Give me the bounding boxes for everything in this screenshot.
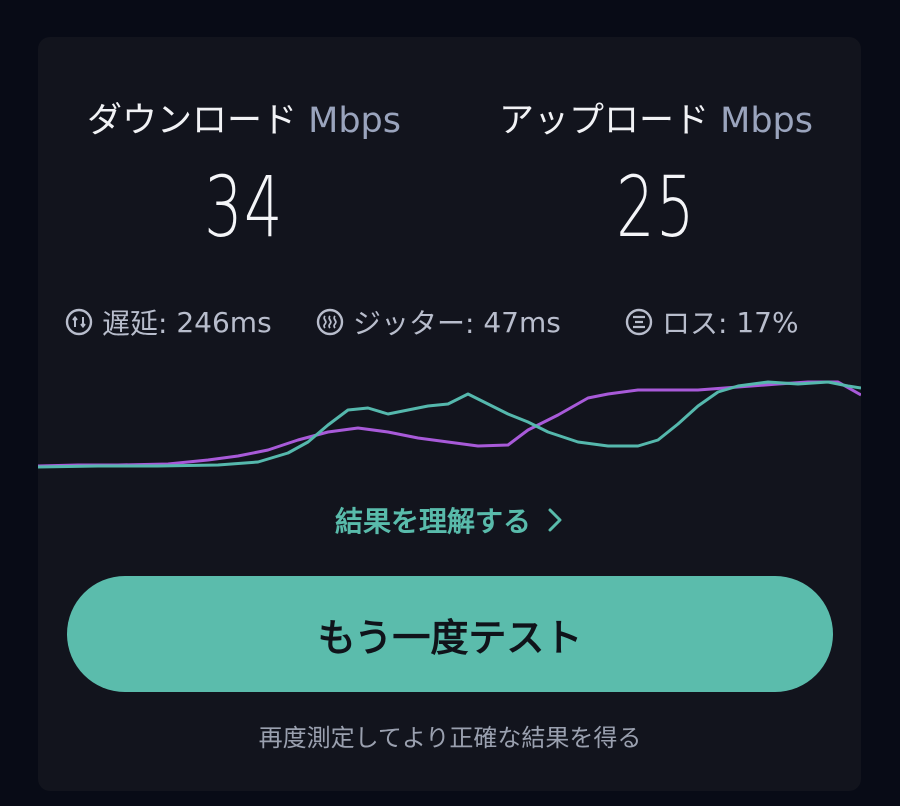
understand-results-link[interactable]: 結果を理解する bbox=[335, 500, 565, 540]
jitter-value: 47ms bbox=[483, 305, 561, 339]
chevron-right-icon bbox=[548, 508, 562, 532]
download-label-text: ダウンロード bbox=[86, 101, 297, 141]
hint-text: 再度測定してより正確な結果を得る bbox=[258, 724, 642, 752]
upload-unit: Mbps bbox=[720, 101, 814, 141]
latency-stat: 遅延: 246ms bbox=[64, 302, 272, 342]
latency-icon bbox=[65, 308, 93, 336]
speed-graph bbox=[38, 380, 861, 469]
upload-value: 25 bbox=[616, 158, 696, 256]
loss-value: 17% bbox=[736, 305, 799, 339]
jitter-icon bbox=[316, 308, 344, 336]
upload-label-text: アップロード bbox=[498, 101, 709, 141]
download-unit: Mbps bbox=[308, 101, 402, 141]
download-value: 34 bbox=[204, 158, 284, 256]
jitter-label: ジッター: bbox=[353, 307, 475, 340]
upload-speed-line bbox=[38, 380, 861, 469]
upload-label: アップロード Mbps bbox=[499, 92, 813, 143]
latency-value: 246ms bbox=[176, 305, 272, 339]
jitter-stat: ジッター: 47ms bbox=[315, 302, 561, 342]
retest-button[interactable]: もう一度テスト bbox=[67, 576, 833, 692]
download-speed-line bbox=[38, 380, 861, 468]
loss-icon bbox=[625, 308, 653, 336]
download-label: ダウンロード Mbps bbox=[87, 92, 401, 143]
latency-label: 遅延: bbox=[102, 307, 168, 340]
understand-results-label: 結果を理解する bbox=[334, 505, 532, 538]
loss-label: ロス: bbox=[662, 307, 728, 340]
loss-stat: ロス: 17% bbox=[624, 302, 799, 342]
